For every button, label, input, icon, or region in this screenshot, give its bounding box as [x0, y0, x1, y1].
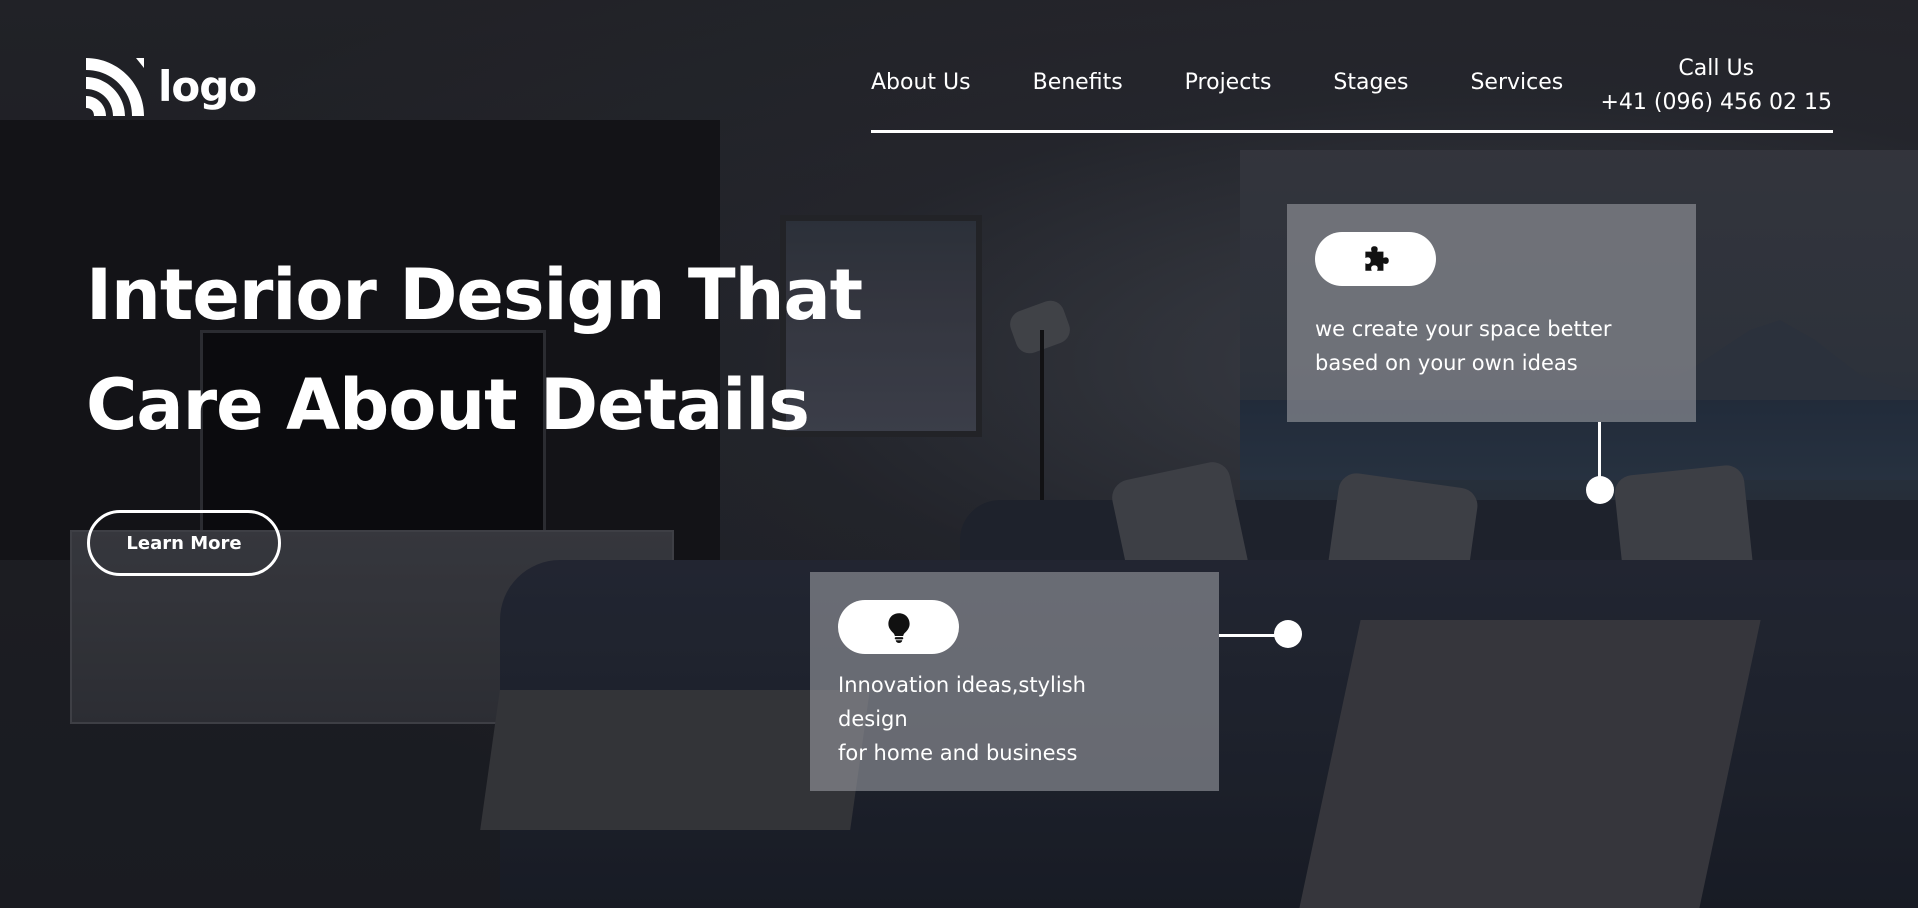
- card-description: Innovation ideas,stylish design for home…: [838, 673, 1086, 765]
- nav-about-us[interactable]: About Us: [871, 70, 971, 95]
- logo-text: logo: [158, 62, 257, 111]
- logo-arcs-icon: [86, 58, 144, 116]
- hero-title: Interior Design That Care About Details: [86, 240, 863, 460]
- hero-title-line-2: Care About Details: [86, 364, 810, 446]
- hero-title-line-1: Interior Design That: [86, 254, 863, 336]
- nav-services[interactable]: Services: [1470, 70, 1563, 95]
- hotspot-dot[interactable]: [1586, 476, 1614, 504]
- card-connector-line: [1219, 634, 1281, 637]
- call-us-phone[interactable]: +41 (096) 456 02 15: [1600, 86, 1832, 120]
- puzzle-icon: [1364, 246, 1389, 271]
- nav-underline: [871, 130, 1833, 133]
- card-icon-pill: [1315, 232, 1436, 286]
- info-card-innovation: Innovation ideas,stylish design for home…: [810, 572, 1219, 791]
- nav-projects[interactable]: Projects: [1185, 70, 1272, 95]
- nav-stages[interactable]: Stages: [1333, 70, 1408, 95]
- card-description: we create your space better based on you…: [1315, 317, 1612, 375]
- call-us[interactable]: Call Us +41 (096) 456 02 15: [1600, 52, 1832, 120]
- lightbulb-icon: [887, 613, 910, 643]
- hero-section: logo About Us Benefits Projects Stages S…: [0, 0, 1918, 908]
- hotspot-dot[interactable]: [1274, 620, 1302, 648]
- call-us-label: Call Us: [1678, 56, 1755, 81]
- card-icon-pill: [838, 600, 959, 654]
- nav-benefits[interactable]: Benefits: [1033, 70, 1123, 95]
- learn-more-button[interactable]: Learn More: [87, 510, 281, 576]
- main-nav: About Us Benefits Projects Stages Servic…: [871, 70, 1563, 95]
- info-card-ideas: we create your space better based on you…: [1287, 204, 1696, 422]
- logo[interactable]: logo: [86, 58, 257, 116]
